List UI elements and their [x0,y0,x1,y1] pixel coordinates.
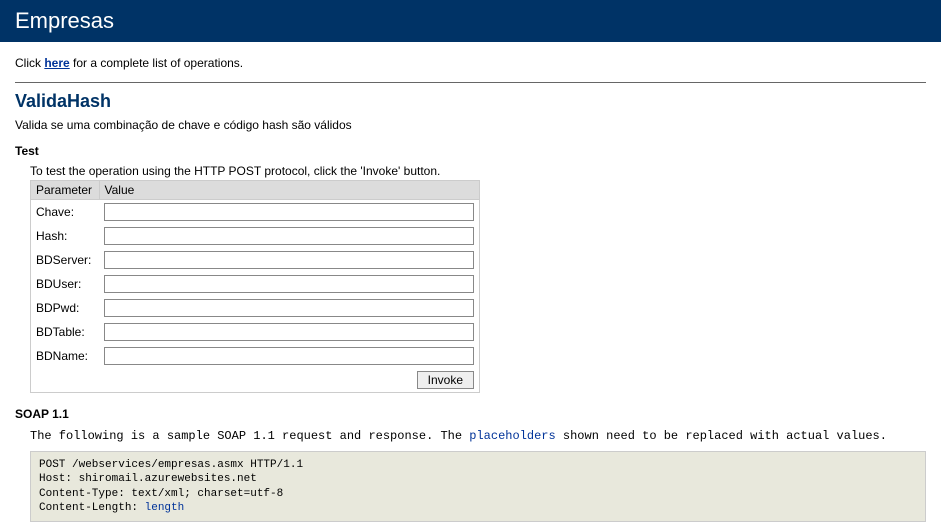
param-label-bdserver: BDServer: [31,248,100,272]
col-value: Value [99,181,480,200]
intro-prefix: Click [15,56,44,70]
table-row: BDName: [31,344,480,368]
param-input-bdpwd[interactable] [104,299,474,317]
operation-name: ValidaHash [15,91,926,112]
test-heading: Test [15,144,926,158]
table-header-row: Parameter Value [31,181,480,200]
param-label-bdtable: BDTable: [31,320,100,344]
param-input-chave[interactable] [104,203,474,221]
parameter-table: Parameter Value Chave: Hash: BDServer: B… [30,180,480,393]
operations-list-link[interactable]: here [44,56,69,70]
intro-suffix: for a complete list of operations. [70,56,243,70]
code-line: Host: shiromail.azurewebsites.net [39,473,257,485]
param-input-hash[interactable] [104,227,474,245]
table-row: Chave: [31,200,480,225]
soap-heading: SOAP 1.1 [15,407,926,421]
intro-text: Click here for a complete list of operat… [15,56,926,70]
page-content: Click here for a complete list of operat… [0,42,941,528]
test-note: To test the operation using the HTTP POS… [30,164,926,178]
soap-code-block: POST /webservices/empresas.asmx HTTP/1.1… [30,451,926,522]
param-label-hash: Hash: [31,224,100,248]
invoke-button[interactable]: Invoke [417,371,474,389]
param-input-bdserver[interactable] [104,251,474,269]
code-line: Content-Type: text/xml; charset=utf-8 [39,488,283,500]
code-line: POST /webservices/empresas.asmx HTTP/1.1 [39,459,303,471]
code-line-prefix: Content-Length: [39,502,145,514]
table-row: BDTable: [31,320,480,344]
param-label-bdname: BDName: [31,344,100,368]
soap-desc-suffix: shown need to be replaced with actual va… [556,429,887,443]
param-label-chave: Chave: [31,200,100,225]
col-parameter: Parameter [31,181,100,200]
operation-description: Valida se uma combinação de chave e códi… [15,118,926,132]
table-row: BDPwd: [31,296,480,320]
param-label-bduser: BDUser: [31,272,100,296]
test-section: To test the operation using the HTTP POS… [30,164,926,393]
table-row: BDServer: [31,248,480,272]
table-row: Hash: [31,224,480,248]
param-input-bduser[interactable] [104,275,474,293]
code-placeholder: length [145,502,185,514]
page-title: Empresas [15,8,114,33]
soap-description: The following is a sample SOAP 1.1 reque… [30,429,926,443]
page-header: Empresas [0,0,941,42]
table-row: BDUser: [31,272,480,296]
invoke-row: Invoke [31,368,480,393]
param-input-bdtable[interactable] [104,323,474,341]
param-input-bdname[interactable] [104,347,474,365]
soap-desc-placeholder: placeholders [469,429,555,443]
param-label-bdpwd: BDPwd: [31,296,100,320]
soap-desc-prefix: The following is a sample SOAP 1.1 reque… [30,429,469,443]
soap-section: The following is a sample SOAP 1.1 reque… [30,429,926,522]
separator [15,82,926,83]
